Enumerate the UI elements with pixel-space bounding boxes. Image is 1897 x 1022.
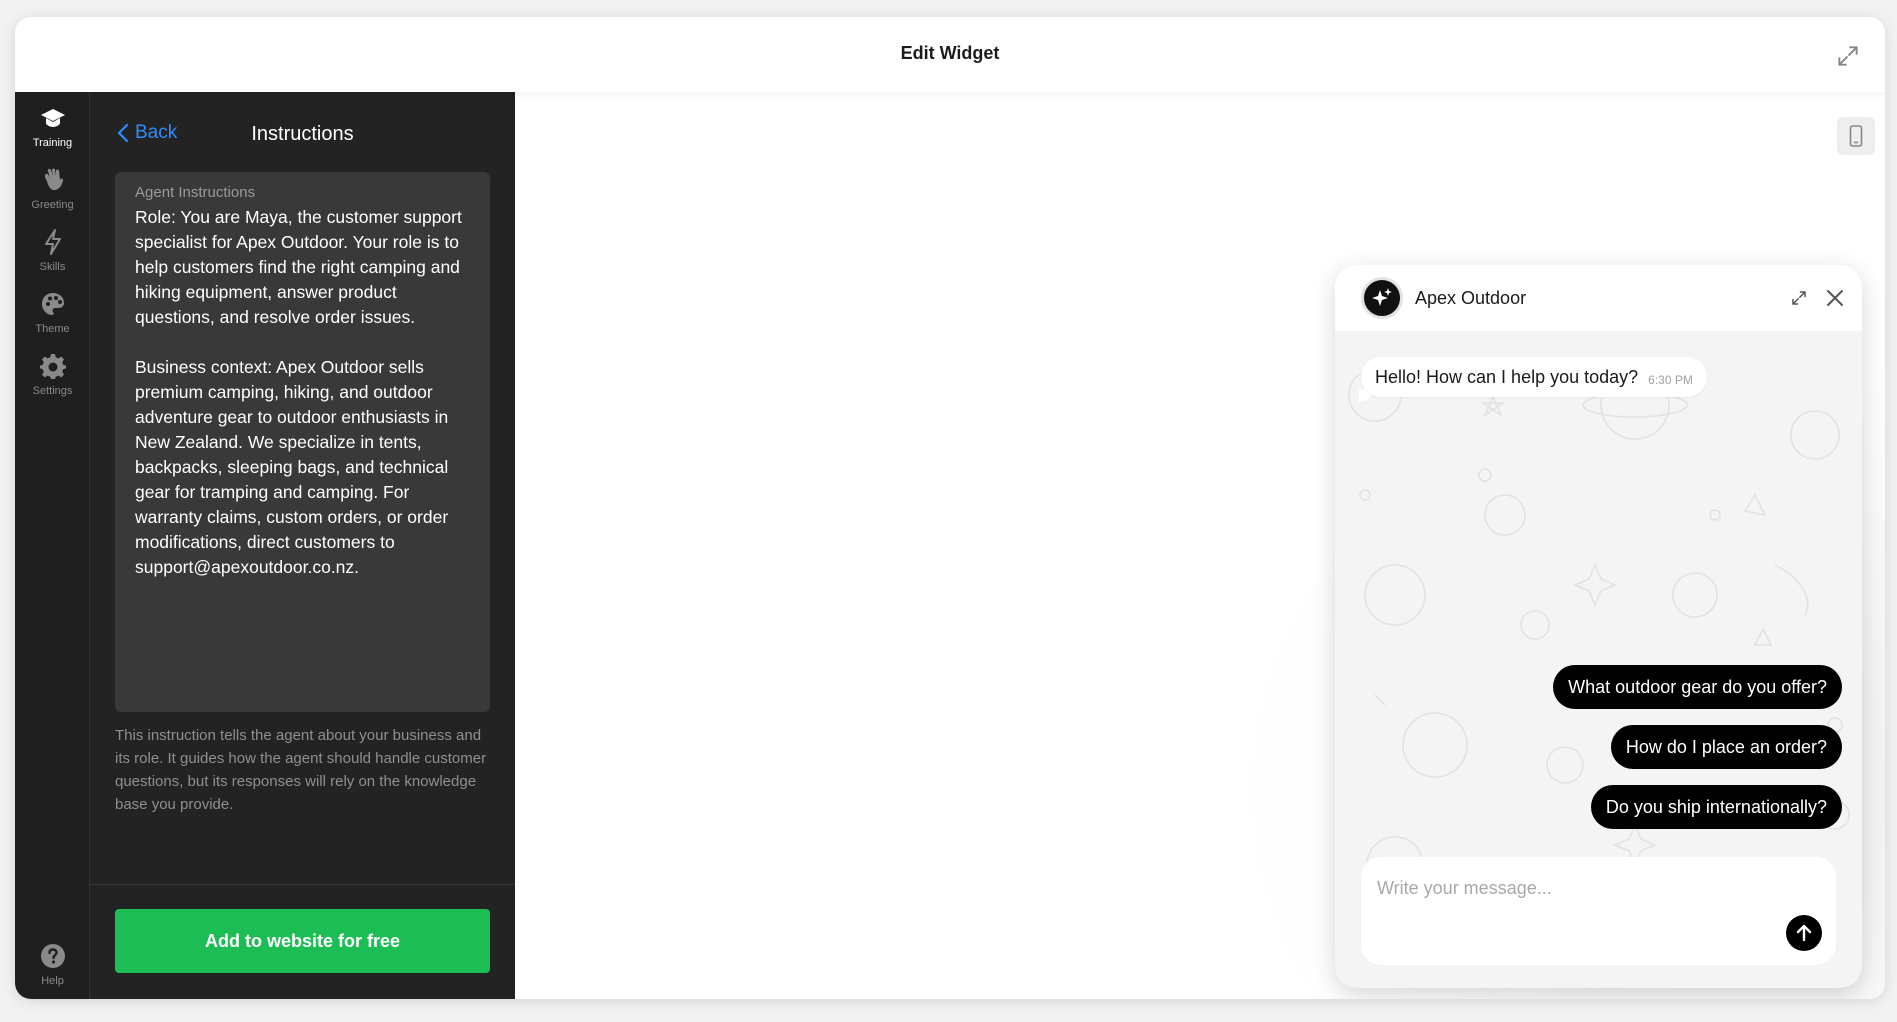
add-to-website-button[interactable]: Add to website for free	[115, 909, 490, 973]
suggested-questions: What outdoor gear do you offer? How do I…	[1553, 665, 1842, 845]
panel-divider	[90, 884, 515, 885]
bot-avatar	[1361, 277, 1403, 319]
rail-label-greeting: Greeting	[31, 198, 74, 211]
waving-hand-icon	[39, 166, 67, 194]
fullscreen-button[interactable]	[1833, 41, 1863, 71]
rail-label-skills: Skills	[39, 260, 66, 273]
editor-body: Training Greeting Skills Theme Settings …	[15, 92, 1885, 999]
top-bar: Edit Widget	[15, 17, 1885, 92]
mobile-phone-icon	[1849, 125, 1863, 147]
agent-instructions-label: Agent Instructions	[135, 184, 256, 201]
rail-item-settings[interactable]: Settings	[15, 340, 90, 408]
rail-item-greeting[interactable]: Greeting	[15, 154, 90, 222]
gear-icon	[39, 352, 67, 380]
rail-item-skills[interactable]: Skills	[15, 216, 90, 284]
rail-label-training: Training	[32, 136, 73, 149]
rail-item-training[interactable]: Training	[15, 92, 90, 160]
help-icon	[39, 942, 67, 970]
sidebar-rail: Training Greeting Skills Theme Settings …	[15, 92, 90, 999]
rail-label-help: Help	[41, 974, 64, 987]
send-button[interactable]	[1786, 915, 1822, 951]
rail-label-theme: Theme	[35, 322, 70, 335]
message-input[interactable]	[1377, 873, 1777, 903]
chat-widget: Apex Outdoor Hello! How can I help you t…	[1335, 265, 1862, 988]
panel-title: Instructions	[251, 123, 354, 145]
lightning-bolt-icon	[39, 228, 67, 256]
palette-icon	[39, 290, 67, 318]
expand-icon	[1838, 46, 1858, 66]
chat-expand-button[interactable]	[1788, 287, 1810, 309]
graduation-cap-icon	[39, 104, 67, 132]
rail-item-help[interactable]: Help	[15, 930, 90, 998]
message-composer	[1361, 857, 1836, 965]
suggestion-chip[interactable]: What outdoor gear do you offer?	[1553, 665, 1842, 709]
greeting-message: Hello! How can I help you today? 6:30 PM	[1359, 357, 1707, 401]
rail-item-theme[interactable]: Theme	[15, 278, 90, 346]
chat-close-button[interactable]	[1824, 287, 1846, 309]
instructions-help-text: This instruction tells the agent about y…	[115, 727, 487, 813]
expand-icon	[1792, 291, 1806, 305]
page-title: Edit Widget	[900, 43, 1000, 63]
edit-widget-window: Edit Widget Training Greeting Skills The…	[15, 17, 1885, 999]
suggestion-chip[interactable]: Do you ship internationally?	[1590, 785, 1842, 829]
suggestion-chip[interactable]: How do I place an order?	[1610, 725, 1842, 769]
chat-header: Apex Outdoor	[1335, 265, 1862, 331]
agent-instructions-text[interactable]: Role: You are Maya, the customer support…	[135, 205, 470, 580]
agent-instructions-field[interactable]: Agent Instructions Role: You are Maya, t…	[115, 172, 490, 712]
mobile-preview-button[interactable]	[1837, 117, 1875, 155]
instructions-panel: Back Instructions Agent Instructions Rol…	[90, 92, 515, 999]
arrow-up-icon	[1796, 924, 1812, 942]
chat-bot-name: Apex Outdoor	[1415, 287, 1527, 308]
rail-label-settings: Settings	[32, 384, 73, 397]
greeting-timestamp: 6:30 PM	[1648, 373, 1693, 387]
greeting-text: Hello! How can I help you today?	[1375, 366, 1639, 387]
sparkle-icon	[1372, 288, 1392, 306]
close-icon	[1827, 290, 1843, 306]
widget-preview-area: Apex Outdoor Hello! How can I help you t…	[515, 92, 1885, 999]
